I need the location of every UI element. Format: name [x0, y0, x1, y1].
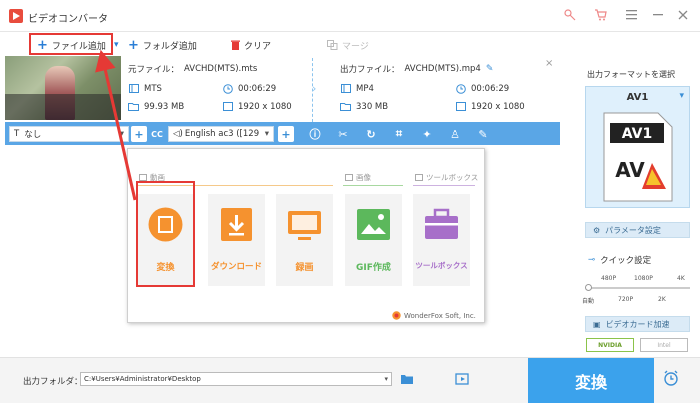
folder-icon [340, 101, 351, 112]
speaker-icon: ◁) [173, 129, 183, 139]
convert-tile-highlight [136, 181, 195, 287]
source-file-row: 元ファイル： AVCHD(MTS).mts [128, 64, 258, 75]
quality-slider-handle[interactable] [585, 284, 592, 291]
output-folder-label: 出力フォルダ： [23, 377, 83, 387]
source-size: 99.93 MB [128, 101, 184, 112]
app-title: ビデオコンバータ [28, 14, 108, 25]
parameter-settings-button[interactable]: ⚙ パラメータ設定 [585, 222, 690, 238]
source-resolution: 1920 x 1080 [222, 101, 292, 112]
subtitle-select[interactable]: T なし ▾ [9, 126, 129, 142]
output-size: 330 MB [340, 101, 388, 112]
video-thumbnail[interactable] [5, 56, 121, 120]
quick-settings-label: ⊸ クイック設定 [588, 255, 652, 266]
output-format-label: 出力フォーマットを選択 [587, 70, 675, 79]
gpu-acceleration-button[interactable]: ▣ ビデオカード加速 [585, 316, 690, 332]
resolution-icon [455, 101, 466, 112]
quality-slider[interactable] [586, 287, 690, 289]
folder-icon [128, 101, 139, 112]
menu-icon[interactable] [623, 7, 639, 23]
add-folder-button[interactable]: + フォルダ追加 [128, 37, 197, 53]
chevron-down-icon: ▾ [384, 375, 388, 383]
alarm-clock-icon[interactable] [663, 370, 679, 386]
app-logo-icon [9, 9, 23, 23]
output-resolution: 1920 x 1080 [455, 101, 525, 112]
close-icon[interactable] [675, 7, 691, 23]
crop-icon[interactable]: ⌗ [391, 126, 407, 142]
svg-text:AV: AV [615, 158, 645, 182]
cc-icon[interactable]: CC [149, 126, 165, 142]
image-section-icon [345, 174, 353, 181]
svg-text:AV1: AV1 [622, 126, 652, 142]
film-icon [340, 83, 351, 94]
record-tile[interactable]: 録画 [276, 194, 333, 286]
clock-icon [222, 83, 233, 94]
video-section-icon [139, 174, 147, 181]
brand-label: WonderFox Soft, Inc. [392, 311, 476, 320]
output-duration: 00:06:29 [455, 83, 509, 94]
wonderfox-logo [392, 311, 401, 320]
key-icon[interactable] [562, 7, 578, 23]
open-output-icon[interactable] [455, 373, 469, 385]
gpu-icon: ▣ [593, 319, 601, 329]
edit-bar: T なし ▾ + CC ◁) English ac3 ([129 ▾ + ⓘ ✂… [5, 122, 560, 145]
chevron-down-icon[interactable]: ▾ [114, 37, 119, 53]
resolution-icon [222, 101, 233, 112]
add-file-highlight [29, 33, 113, 55]
merge-icon [327, 40, 338, 50]
source-duration: 00:06:29 [222, 83, 276, 94]
image-icon [357, 209, 390, 240]
sliders-icon: ⚙ [593, 225, 601, 235]
arrow-right-icon: › [312, 82, 317, 95]
open-folder-icon[interactable] [400, 373, 414, 385]
info-icon[interactable]: ⓘ [307, 126, 323, 142]
toolbox-icon [425, 208, 458, 239]
section-image: 画像 [345, 172, 371, 183]
merge-button[interactable]: マージ [327, 37, 369, 53]
output-file-name: AVCHD(MTS).mp4 [404, 64, 481, 74]
chevron-down-icon: ▾ [119, 129, 124, 139]
effects-icon[interactable]: ✦ [419, 126, 435, 142]
section-toolbox: ツールボックス [415, 172, 478, 183]
intel-badge[interactable]: Intel [640, 338, 688, 352]
pencil-icon[interactable]: ✎ [486, 64, 494, 74]
add-subtitle-button[interactable]: + [131, 126, 147, 142]
scissors-icon[interactable]: ✂ [335, 126, 351, 142]
output-folder-field[interactable]: C:¥Users¥Administrator¥Desktop ▾ [80, 372, 392, 386]
av1-format-icon: AV1 AV [603, 112, 673, 202]
toolbox-tile[interactable]: ツールボックス [413, 194, 470, 286]
output-format-selector[interactable]: AV1 ▾ AV1 AV [585, 86, 690, 208]
convert-button[interactable]: 変換 [528, 358, 654, 403]
title-bar: ビデオコンバータ [0, 0, 700, 32]
download-icon [221, 208, 252, 241]
nvidia-badge[interactable]: NVIDIA [586, 338, 634, 352]
download-tile[interactable]: ダウンロード [208, 194, 265, 286]
source-format: MTS [128, 83, 162, 94]
film-icon [128, 83, 139, 94]
cart-icon[interactable] [592, 7, 608, 23]
edit-icon[interactable]: ✎ [475, 126, 491, 142]
output-format: MP4 [340, 83, 374, 94]
toolbox-section-icon [415, 174, 423, 181]
clear-button[interactable]: クリア [231, 37, 271, 53]
quick-settings-icon: ⊸ [588, 255, 596, 265]
text-icon: T [14, 129, 20, 139]
remove-file-icon[interactable]: × [545, 58, 553, 69]
minimize-icon[interactable] [650, 7, 666, 23]
chevron-down-icon: ▾ [679, 91, 684, 101]
gif-maker-tile[interactable]: GIF作成 [345, 194, 402, 286]
source-file-name: AVCHD(MTS).mts [184, 64, 258, 74]
screen-record-icon [288, 211, 321, 240]
add-audio-button[interactable]: + [278, 126, 294, 142]
rotate-icon[interactable]: ↻ [363, 126, 379, 142]
audio-track-select[interactable]: ◁) English ac3 ([129 ▾ [168, 126, 274, 142]
format-name: AV1 [626, 92, 649, 103]
chevron-down-icon: ▾ [264, 129, 269, 139]
watermark-icon[interactable]: ♙ [447, 126, 463, 142]
output-file-row: 出力ファイル： AVCHD(MTS).mp4 ✎ [340, 64, 494, 75]
trash-icon [231, 40, 240, 50]
clock-icon [455, 83, 466, 94]
plus-icon: + [128, 37, 139, 53]
